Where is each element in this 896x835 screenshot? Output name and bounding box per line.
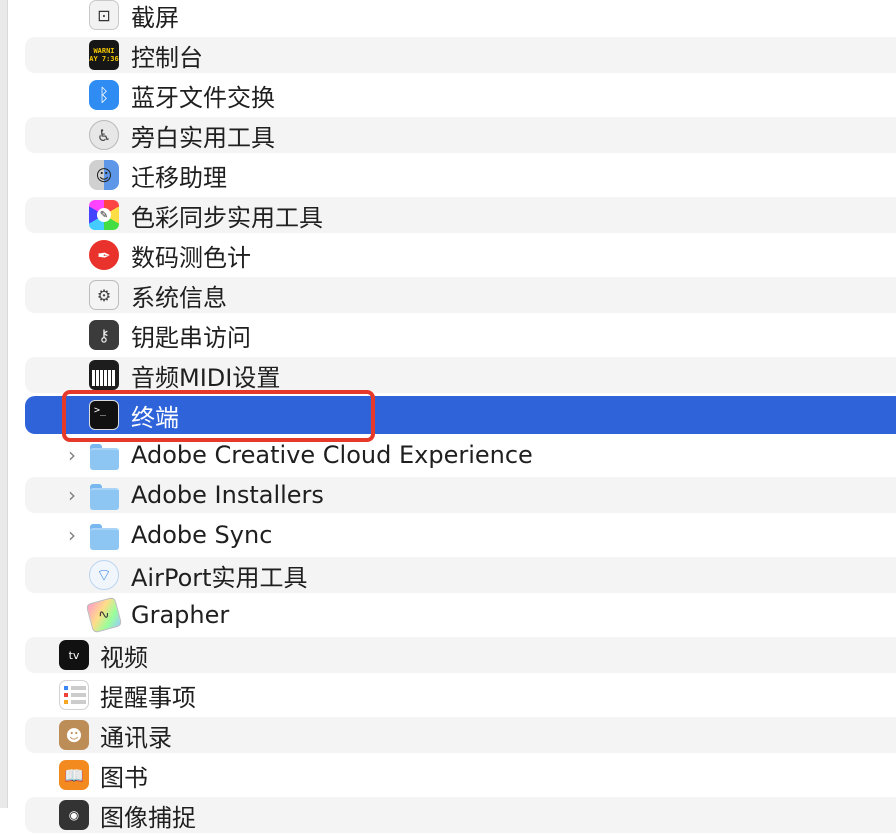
list-item-tv[interactable]: tv 视频 <box>0 635 896 675</box>
list-item-colorsync-utility[interactable]: ✎ 色彩同步实用工具 <box>0 195 896 235</box>
terminal-icon: >_ <box>89 400 119 430</box>
contacts-icon: ☻ <box>59 720 89 750</box>
digital-color-meter-icon: ✒ <box>89 240 119 270</box>
list-item-label: 通讯录 <box>100 723 172 752</box>
list-item-grapher[interactable]: ∿ Grapher <box>0 595 896 635</box>
list-item-label: 终端 <box>131 403 179 432</box>
list-item-voiceover-utility[interactable]: ♿ 旁白实用工具 <box>0 115 896 155</box>
airport-utility-icon: ⌔ <box>89 560 119 590</box>
folder-icon <box>89 480 119 510</box>
list-item-reminders[interactable]: 提醒事项 <box>0 675 896 715</box>
list-item-books[interactable]: 📖 图书 <box>0 755 896 795</box>
list-item-system-information[interactable]: ⚙ 系统信息 <box>0 275 896 315</box>
list-item-label: 图像捕捉 <box>100 803 196 832</box>
list-item-label: 旁白实用工具 <box>131 123 275 152</box>
system-information-icon: ⚙ <box>89 280 119 310</box>
books-icon: 📖 <box>59 760 89 790</box>
list-item-screenshot[interactable]: ⊡ 截屏 <box>0 0 896 35</box>
list-item-console[interactable]: WARNI AY 7:36 控制台 <box>0 35 896 75</box>
list-item-label: 数码测色计 <box>131 243 251 272</box>
list-item-label: 迁移助理 <box>131 163 227 192</box>
list-item-label: 提醒事项 <box>100 683 196 712</box>
list-item-terminal[interactable]: >_ 终端 <box>0 395 896 435</box>
list-item-keychain-access[interactable]: ⚷ 钥匙串访问 <box>0 315 896 355</box>
migration-assistant-icon: ☺ <box>89 160 119 190</box>
list-item-label: 音频MIDI设置 <box>131 363 281 392</box>
list-item-audio-midi-setup[interactable]: 音频MIDI设置 <box>0 355 896 395</box>
audio-midi-icon <box>89 360 119 390</box>
reminders-icon <box>59 680 89 710</box>
voiceover-utility-icon: ♿ <box>89 120 119 150</box>
list-item-label: 蓝牙文件交换 <box>131 83 275 112</box>
list-item-label: 截屏 <box>131 3 179 32</box>
list-item-label: 控制台 <box>131 43 203 72</box>
grapher-icon: ∿ <box>85 596 123 634</box>
list-item-migration-assistant[interactable]: ☺ 迁移助理 <box>0 155 896 195</box>
chevron-right-icon[interactable]: › <box>64 523 80 547</box>
chevron-right-icon[interactable]: › <box>64 483 80 507</box>
list-item-image-capture[interactable]: ◉ 图像捕捉 <box>0 795 896 835</box>
list-item-label: 视频 <box>100 643 148 672</box>
list-item-label: 钥匙串访问 <box>131 323 251 352</box>
list-item-label: Adobe Creative Cloud Experience <box>131 441 533 469</box>
image-capture-icon: ◉ <box>59 800 89 830</box>
list-item-label: Grapher <box>131 601 230 629</box>
list-item-adobe-creative-cloud-experience[interactable]: › Adobe Creative Cloud Experience <box>0 435 896 475</box>
colorsync-icon: ✎ <box>89 200 119 230</box>
list-item-label: Adobe Installers <box>131 481 324 509</box>
chevron-right-icon[interactable]: › <box>64 443 80 467</box>
applications-list: ⊡ 截屏 WARNI AY 7:36 控制台 ᛒ 蓝牙文件交换 ♿ 旁白实用工具 … <box>0 0 896 835</box>
apple-tv-icon: tv <box>59 640 89 670</box>
list-item-bluetooth-file-exchange[interactable]: ᛒ 蓝牙文件交换 <box>0 75 896 115</box>
list-item-label: Adobe Sync <box>131 521 273 549</box>
folder-icon <box>89 520 119 550</box>
list-item-label: AirPort实用工具 <box>131 563 308 592</box>
console-icon: WARNI AY 7:36 <box>89 40 119 70</box>
list-item-label: 系统信息 <box>131 283 227 312</box>
list-item-contacts[interactable]: ☻ 通讯录 <box>0 715 896 755</box>
list-item-adobe-installers[interactable]: › Adobe Installers <box>0 475 896 515</box>
list-item-airport-utility[interactable]: ⌔ AirPort实用工具 <box>0 555 896 595</box>
list-item-label: 色彩同步实用工具 <box>131 203 323 232</box>
list-item-adobe-sync[interactable]: › Adobe Sync <box>0 515 896 555</box>
list-item-digital-color-meter[interactable]: ✒ 数码测色计 <box>0 235 896 275</box>
keychain-icon: ⚷ <box>89 320 119 350</box>
list-item-label: 图书 <box>100 763 148 792</box>
screenshot-icon: ⊡ <box>89 0 119 30</box>
folder-icon <box>89 440 119 470</box>
bluetooth-icon: ᛒ <box>89 80 119 110</box>
